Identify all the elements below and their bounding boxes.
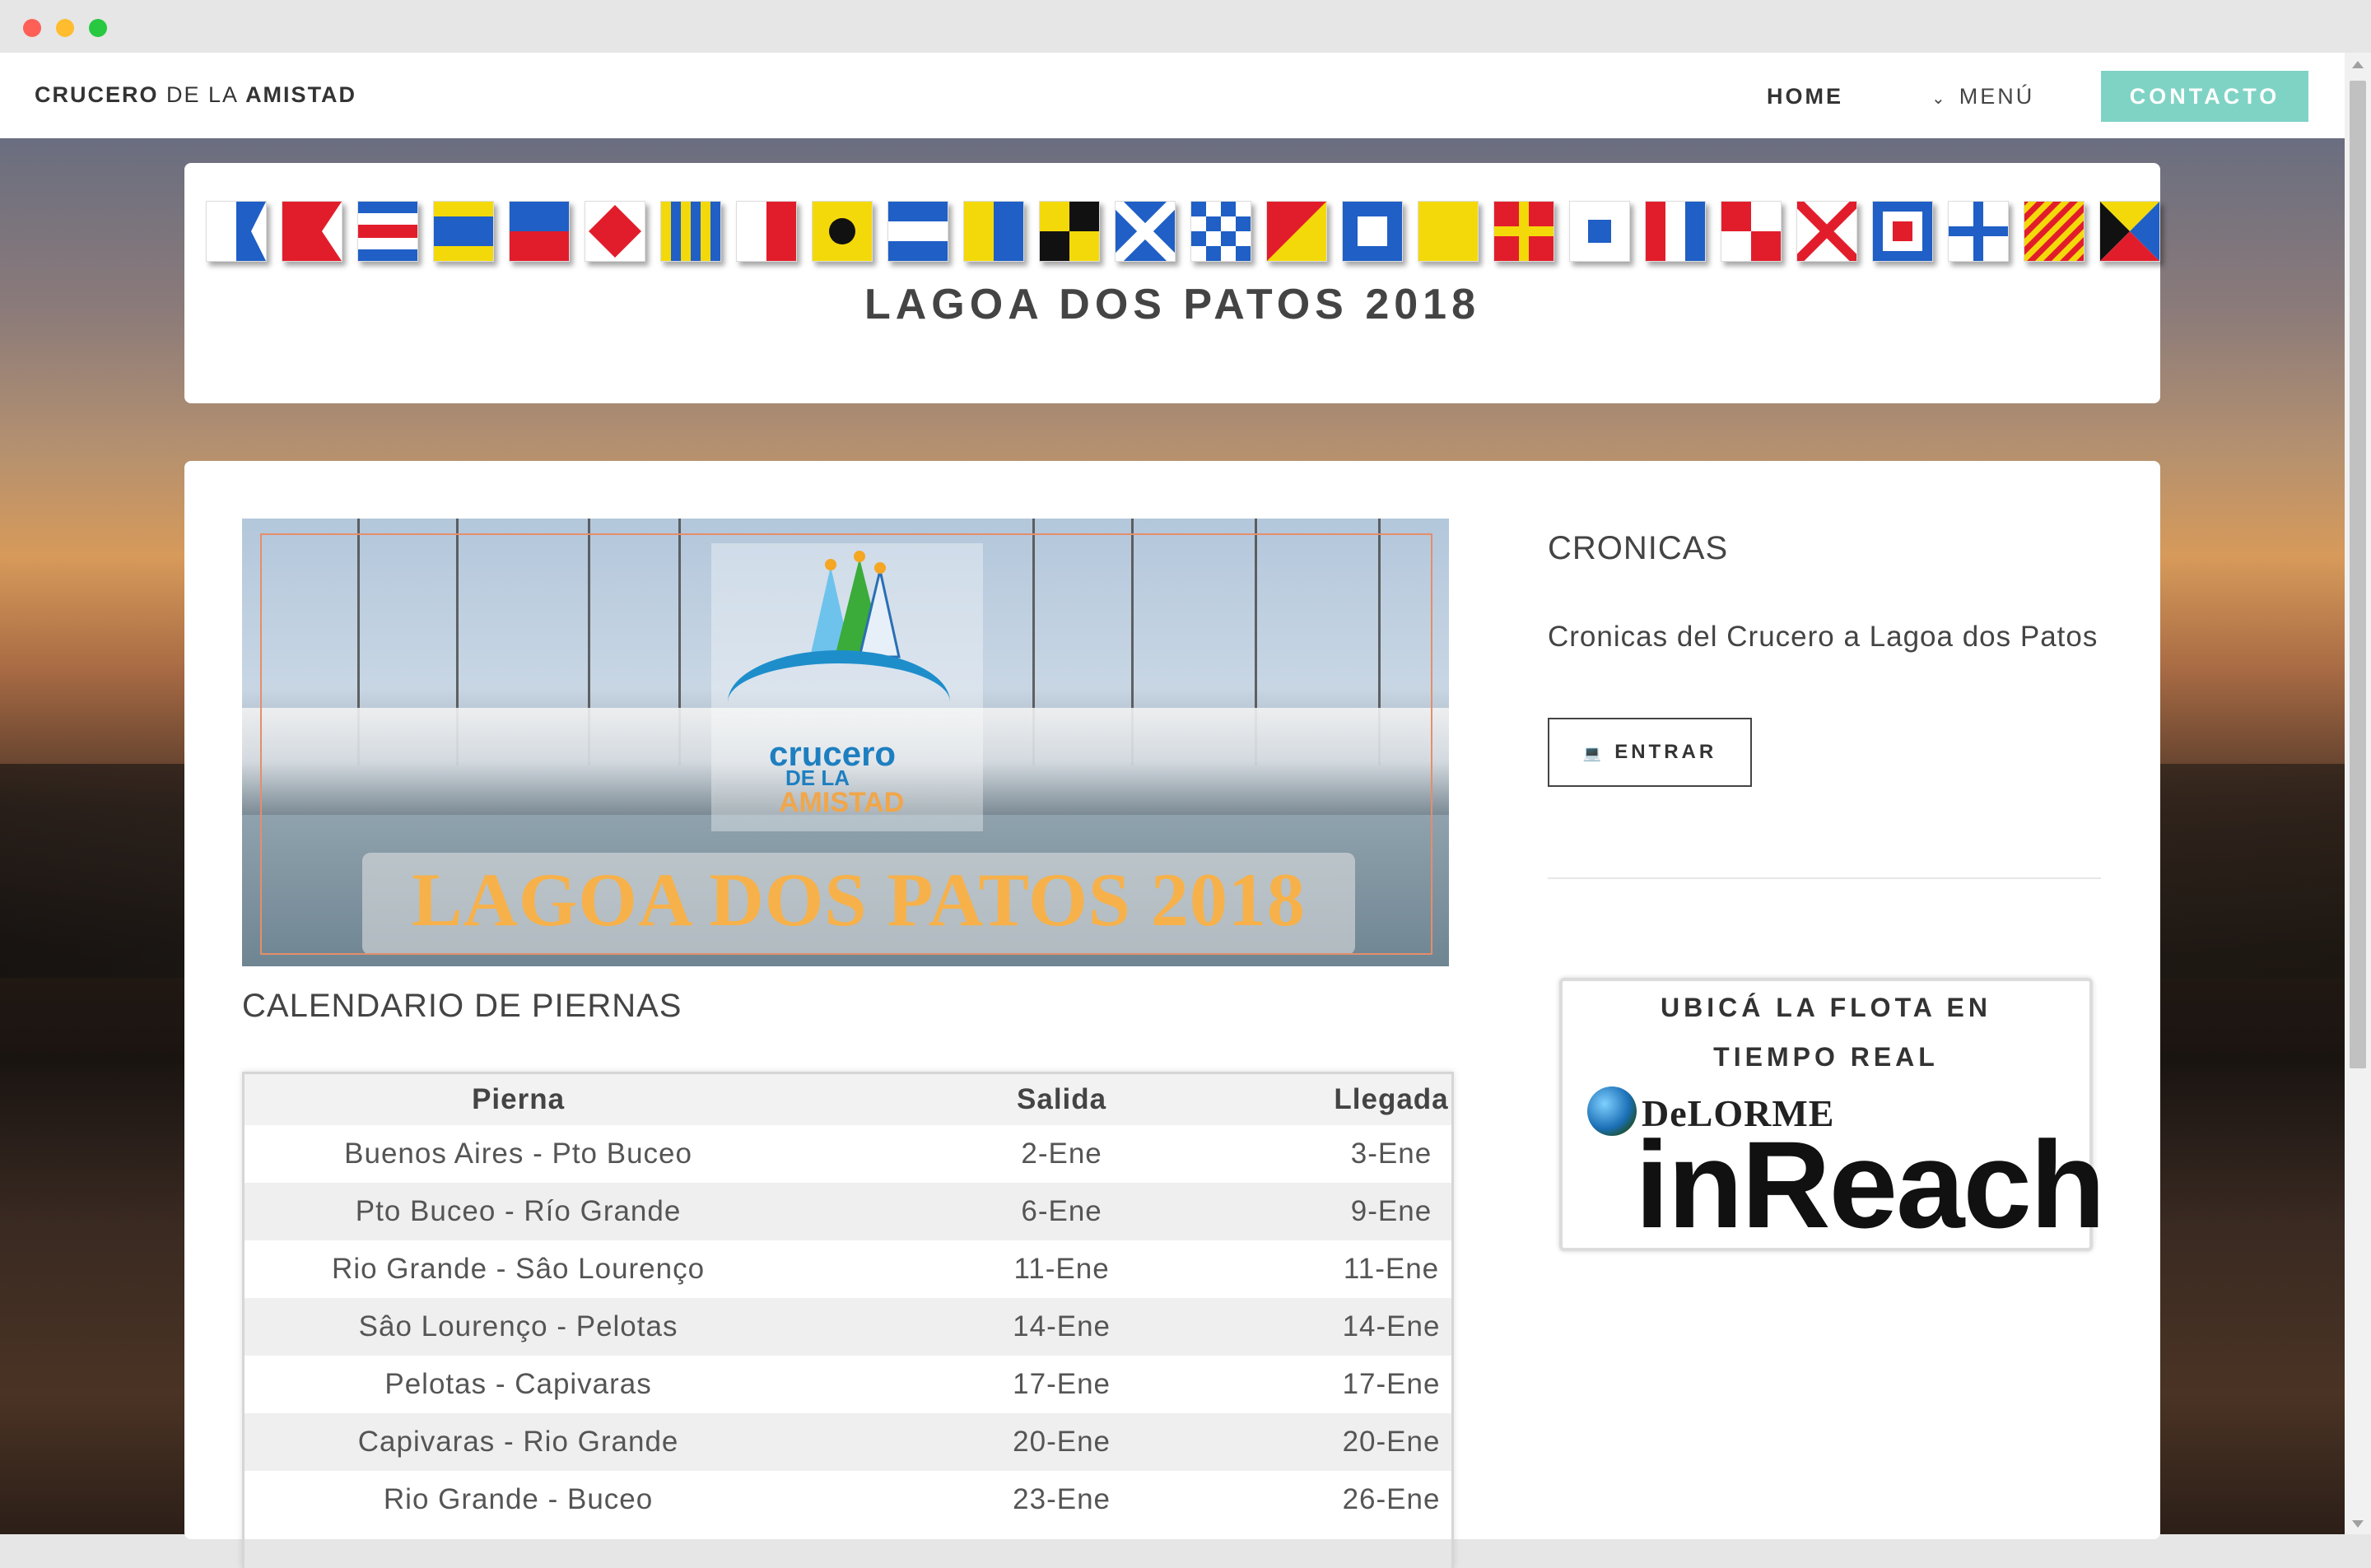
tracker-caption-line2: TIEMPO REAL: [1713, 1042, 1939, 1072]
signal-flag-n-icon: [1190, 201, 1251, 262]
page-title: LAGOA DOS PATOS 2018: [864, 281, 1480, 328]
column-header-pierna: Pierna: [245, 1074, 793, 1125]
signal-flag-z-icon: [2099, 201, 2160, 262]
cronicas-heading: CRONICAS: [1548, 530, 1729, 566]
calendar-table-wrapper: Pierna Salida Llegada Buenos Aires - Pto…: [242, 1072, 1454, 1568]
scroll-up-arrow-icon[interactable]: [2352, 61, 2364, 68]
page-scrollbar[interactable]: [2345, 53, 2371, 1534]
minimize-window-button[interactable]: [56, 19, 74, 37]
contact-button[interactable]: CONTACTO: [2101, 71, 2308, 122]
cell-salida: 2-Ene: [1021, 1138, 1102, 1170]
event-banner-image: crucero DE LA AMISTAD LAGOA DOS PATOS 20…: [242, 519, 1449, 966]
main-content-card: crucero DE LA AMISTAD LAGOA DOS PATOS 20…: [184, 461, 2160, 1568]
table-row: Sâo Lourenço - Pelotas 14-Ene 14-Ene: [245, 1298, 1451, 1356]
signal-flag-k-icon: [963, 201, 1024, 262]
column-header-llegada: Llegada: [1331, 1074, 1451, 1125]
laptop-icon: 💻: [1582, 745, 1605, 761]
signal-flag-v-icon: [1796, 201, 1857, 262]
scroll-thumb[interactable]: [2350, 81, 2366, 1068]
signal-flag-m-icon: [1115, 201, 1176, 262]
cell-pierna: Buenos Aires - Pto Buceo: [344, 1138, 692, 1170]
table-row: Buenos Aires - Pto Buceo 2-Ene 3-Ene: [245, 1125, 1451, 1183]
table-row: Rio Grande - Sâo Lourenço 11-Ene 11-Ene: [245, 1240, 1451, 1298]
window-titlebar: [0, 0, 2371, 53]
signal-flag-g-icon: [660, 201, 721, 262]
cell-pierna: Pto Buceo - Río Grande: [245, 1183, 793, 1240]
signal-flag-a-icon: [206, 201, 267, 262]
cell-llegada: 9-Ene: [1331, 1183, 1451, 1240]
table-row: Pto Buceo - Río Grande 6-Ene 9-Ene: [245, 1183, 1451, 1240]
cell-llegada: 26-Ene: [1342, 1483, 1441, 1515]
signal-flag-h-icon: [736, 201, 797, 262]
maximize-window-button[interactable]: [89, 19, 107, 37]
cell-salida: 14-Ene: [792, 1298, 1332, 1356]
scroll-down-arrow-icon[interactable]: [2352, 1520, 2364, 1528]
cell-pierna: Capivaras - Rio Grande: [245, 1413, 793, 1471]
signal-flags-row: [206, 201, 2160, 262]
column-header-salida: Salida: [792, 1074, 1332, 1125]
signal-flag-y-icon: [2024, 201, 2085, 262]
sidebar-divider: [1548, 877, 2101, 879]
signal-flag-u-icon: [1721, 201, 1782, 262]
site-brand-link[interactable]: CRUCERO DE LA AMISTAD: [35, 82, 356, 108]
chevron-down-icon: ⌄: [1931, 90, 1948, 108]
cell-pierna: Pelotas - Capivaras: [384, 1368, 652, 1400]
nav-menu-label: MENÚ: [1959, 84, 2035, 109]
table-header-row: Pierna Salida Llegada: [245, 1074, 1451, 1125]
cell-salida: 17-Ene: [1013, 1368, 1111, 1400]
banner-frame: [260, 533, 1432, 955]
signal-flag-w-icon: [1872, 201, 1933, 262]
cell-llegada: 20-Ene: [1331, 1413, 1451, 1471]
nav-home-link[interactable]: HOME: [1767, 84, 1843, 109]
cell-salida: 23-Ene: [1013, 1483, 1111, 1515]
cell-salida: 11-Ene: [1013, 1253, 1110, 1285]
signal-flag-o-icon: [1266, 201, 1327, 262]
signal-flag-p-icon: [1342, 201, 1403, 262]
signal-flag-r-icon: [1493, 201, 1554, 262]
signal-flag-i-icon: [812, 201, 873, 262]
site-navbar: CRUCERO DE LA AMISTAD HOME ⌄ MENÚ CONTACT…: [0, 53, 2345, 138]
cell-llegada: 17-Ene: [1342, 1368, 1441, 1400]
header-card: LAGOA DOS PATOS 2018: [184, 163, 2160, 403]
table-row: Rio Grande - Buceo 23-Ene 26-Ene: [245, 1471, 1451, 1528]
tracker-caption-line1: UBICÁ LA FLOTA EN: [1661, 993, 1991, 1022]
inreach-logo-text: inReach: [1635, 1115, 2106, 1254]
cell-llegada: 14-Ene: [1331, 1298, 1451, 1356]
cell-pierna: Sâo Lourenço - Pelotas: [245, 1298, 793, 1356]
signal-flag-l-icon: [1039, 201, 1100, 262]
cronicas-description: Cronicas del Crucero a Lagoa dos Patos: [1548, 621, 2098, 653]
table-row: Pelotas - Capivaras 17-Ene 17-Ene: [245, 1356, 1451, 1413]
close-window-button[interactable]: [23, 19, 41, 37]
signal-flag-j-icon: [887, 201, 948, 262]
calendar-heading: CALENDARIO DE PIERNAS: [242, 988, 682, 1024]
brand-word-2: DE LA: [158, 82, 246, 107]
cell-salida: 20-Ene: [792, 1413, 1332, 1471]
cell-pierna: Rio Grande - Buceo: [383, 1483, 654, 1515]
table-row: Capivaras - Rio Grande 20-Ene 20-Ene: [245, 1413, 1451, 1471]
signal-flag-d-icon: [433, 201, 494, 262]
signal-flag-c-icon: [357, 201, 418, 262]
signal-flag-e-icon: [509, 201, 570, 262]
signal-flag-s-icon: [1569, 201, 1630, 262]
entrar-button[interactable]: 💻 ENTRAR: [1548, 718, 1752, 787]
entrar-button-label: ENTRAR: [1614, 741, 1717, 763]
inreach-tracker-link[interactable]: UBICÁ LA FLOTA EN TIEMPO REAL DeLORME in…: [1559, 978, 2106, 1251]
globe-icon: [1587, 1086, 1637, 1136]
signal-flag-x-icon: [1948, 201, 2009, 262]
nav-menu-toggle[interactable]: ⌄ MENÚ: [1931, 84, 2034, 109]
cell-salida: 6-Ene: [792, 1183, 1332, 1240]
brand-word-1: CRUCERO: [35, 82, 159, 107]
cell-llegada: 11-Ene: [1343, 1253, 1440, 1285]
signal-flag-q-icon: [1418, 201, 1479, 262]
brand-word-3: AMISTAD: [245, 82, 357, 107]
cell-pierna: Rio Grande - Sâo Lourenço: [332, 1253, 706, 1285]
signal-flag-b-icon: [282, 201, 342, 262]
signal-flag-t-icon: [1645, 201, 1706, 262]
signal-flag-f-icon: [585, 201, 645, 262]
cell-llegada: 3-Ene: [1350, 1138, 1432, 1170]
calendar-table: Pierna Salida Llegada Buenos Aires - Pto…: [245, 1074, 1451, 1528]
